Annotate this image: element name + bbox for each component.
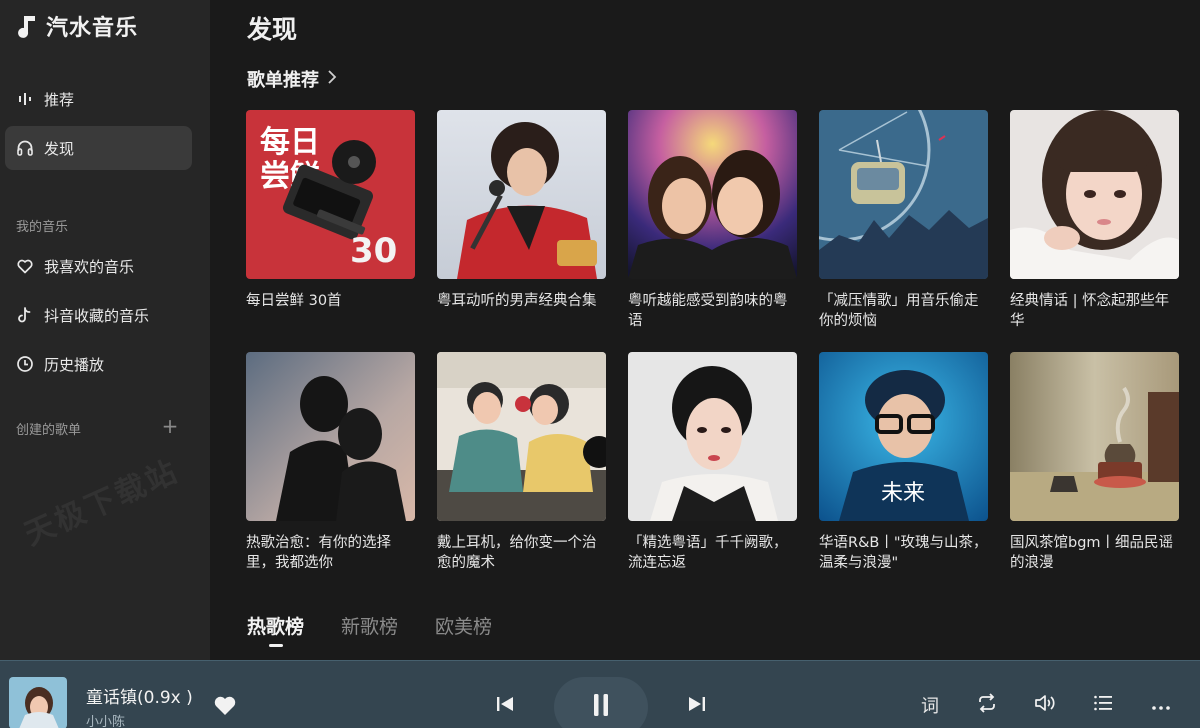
cover-number-30: 30 bbox=[350, 231, 397, 271]
playlist-card[interactable]: 未来 华语R&B丨"玫瑰与山茶，温柔与浪漫" bbox=[819, 352, 988, 573]
tab-hot-songs[interactable]: 热歌榜 bbox=[247, 612, 304, 647]
tab-new-songs[interactable]: 新歌榜 bbox=[341, 612, 398, 639]
playlist-card[interactable]: 「精选粤语」千千阙歌，流连忘返 bbox=[628, 352, 797, 573]
like-button[interactable] bbox=[213, 694, 237, 716]
playlist-cover-headphones-magic bbox=[437, 352, 606, 521]
main-content: 发现 歌单推荐 每日 尝鲜 30 每日尝鲜 30首 粤耳动听的男声经典合集 粤听… bbox=[210, 0, 1200, 660]
playlist-card[interactable]: 戴上耳机，给你变一个治愈的魔术 bbox=[437, 352, 606, 573]
next-button[interactable] bbox=[686, 695, 708, 717]
now-playing-title: 童话镇(0.9x ) bbox=[86, 688, 193, 708]
playlist-title: 华语R&B丨"玫瑰与山茶，温柔与浪漫" bbox=[819, 535, 988, 571]
playlist-card[interactable]: 经典情话 | 怀念起那些年华 bbox=[1010, 110, 1179, 331]
playlist-card[interactable]: 「减压情歌」用音乐偷走你的烦恼 bbox=[819, 110, 988, 331]
playlist-cover-classic-love bbox=[1010, 110, 1179, 279]
app-logo[interactable]: 汽水音乐 bbox=[14, 10, 138, 42]
playlist-queue-button[interactable] bbox=[1091, 694, 1115, 716]
playlist-cover-rnb: 未来 bbox=[819, 352, 988, 521]
player-bar: 童话镇(0.9x ) 小小陈 词 bbox=[0, 660, 1200, 728]
list-icon bbox=[1093, 694, 1113, 716]
clock-icon bbox=[16, 355, 34, 373]
nav-item-discover[interactable]: 发现 bbox=[5, 126, 192, 170]
heart-outline-icon bbox=[16, 257, 34, 275]
section-title: 歌单推荐 bbox=[247, 70, 319, 91]
skip-previous-icon bbox=[495, 695, 515, 717]
play-pause-button[interactable] bbox=[554, 677, 648, 728]
cover-text-future: 未来 bbox=[881, 481, 925, 506]
nav-label-douyin-music: 抖音收藏的音乐 bbox=[44, 306, 150, 325]
page-title: 发现 bbox=[247, 15, 298, 44]
playlist-title: 国风茶馆bgm丨细品民谣的浪漫 bbox=[1010, 535, 1174, 571]
created-playlists-label: 创建的歌单 bbox=[16, 423, 82, 438]
playlist-cover-healing-choice bbox=[246, 352, 415, 521]
nav-item-recommend[interactable]: 推荐 bbox=[5, 77, 192, 121]
volume-button[interactable] bbox=[1033, 694, 1057, 716]
skip-next-icon bbox=[687, 695, 707, 717]
playlist-title: 「减压情歌」用音乐偷走你的烦恼 bbox=[819, 293, 979, 329]
recommend-icon bbox=[16, 90, 34, 108]
playlist-title: 每日尝鲜 30首 bbox=[246, 293, 342, 309]
playlist-card[interactable]: 热歌治愈：有你的选择里，我都选你 bbox=[246, 352, 415, 573]
repeat-icon bbox=[976, 693, 998, 717]
playlist-recommend-link[interactable]: 歌单推荐 bbox=[247, 66, 337, 92]
nav-label-history: 历史播放 bbox=[44, 355, 105, 374]
playlist-cover-tea-house bbox=[1010, 352, 1179, 521]
sidebar: 汽水音乐 推荐 发现 我的音乐 我喜欢的音乐 抖音收藏的音乐 历史播放 创建的歌… bbox=[0, 0, 210, 660]
playlist-title: 热歌治愈：有你的选择里，我都选你 bbox=[246, 535, 391, 571]
volume-icon bbox=[1034, 693, 1056, 717]
playlist-title: 「精选粤语」千千阙歌，流连忘返 bbox=[628, 535, 788, 571]
headphones-icon bbox=[16, 139, 34, 157]
add-playlist-button[interactable]: + bbox=[160, 416, 180, 438]
more-horizontal-icon bbox=[1151, 696, 1171, 715]
watermark: 天极下载站 bbox=[19, 453, 185, 553]
app-name: 汽水音乐 bbox=[46, 16, 139, 41]
playlist-cover-daily: 每日 尝鲜 30 bbox=[246, 110, 415, 279]
playlist-card[interactable]: 国风茶馆bgm丨细品民谣的浪漫 bbox=[1010, 352, 1179, 573]
playlist-title: 粤耳动听的男声经典合集 bbox=[437, 293, 597, 309]
tab-western-songs[interactable]: 欧美榜 bbox=[435, 612, 492, 639]
chart-tabs: 热歌榜 新歌榜 欧美榜 bbox=[247, 612, 492, 647]
repeat-button[interactable] bbox=[975, 693, 999, 717]
previous-button[interactable] bbox=[494, 695, 516, 717]
cover-text-daily: 每日 bbox=[260, 125, 320, 160]
playlist-title: 戴上耳机，给你变一个治愈的魔术 bbox=[437, 535, 597, 571]
playlist-cover-cantonese-charm bbox=[628, 110, 797, 279]
playlist-cover-cantonese-select bbox=[628, 352, 797, 521]
heart-filled-icon bbox=[213, 696, 237, 720]
more-button[interactable] bbox=[1149, 694, 1173, 716]
playlist-title: 经典情话 | 怀念起那些年华 bbox=[1010, 293, 1170, 329]
now-playing-artist[interactable]: 小小陈 bbox=[86, 711, 125, 728]
my-music-section-label: 我的音乐 bbox=[16, 220, 69, 235]
nav-label-recommend: 推荐 bbox=[44, 90, 75, 109]
nav-label-liked-music: 我喜欢的音乐 bbox=[44, 257, 135, 276]
playlist-card[interactable]: 每日 尝鲜 30 每日尝鲜 30首 bbox=[246, 110, 415, 311]
tiktok-icon bbox=[16, 306, 34, 324]
lyrics-button[interactable]: 词 bbox=[918, 693, 942, 717]
playlist-card[interactable]: 粤耳动听的男声经典合集 bbox=[437, 110, 606, 311]
nav-label-discover: 发现 bbox=[44, 139, 75, 158]
playlist-cover-cantonese-male bbox=[437, 110, 606, 279]
nav-item-douyin-music[interactable]: 抖音收藏的音乐 bbox=[5, 293, 192, 337]
music-note-icon bbox=[14, 13, 40, 39]
playlist-cover-stress-relief bbox=[819, 110, 988, 279]
playlist-title: 粤听越能感受到韵味的粤语 bbox=[628, 293, 788, 329]
chevron-right-icon bbox=[327, 69, 337, 90]
nav-item-history[interactable]: 历史播放 bbox=[5, 342, 192, 386]
now-playing-album-art[interactable] bbox=[9, 677, 67, 728]
nav-item-liked-music[interactable]: 我喜欢的音乐 bbox=[5, 244, 192, 288]
playlist-card[interactable]: 粤听越能感受到韵味的粤语 bbox=[628, 110, 797, 331]
pause-icon bbox=[591, 693, 611, 721]
